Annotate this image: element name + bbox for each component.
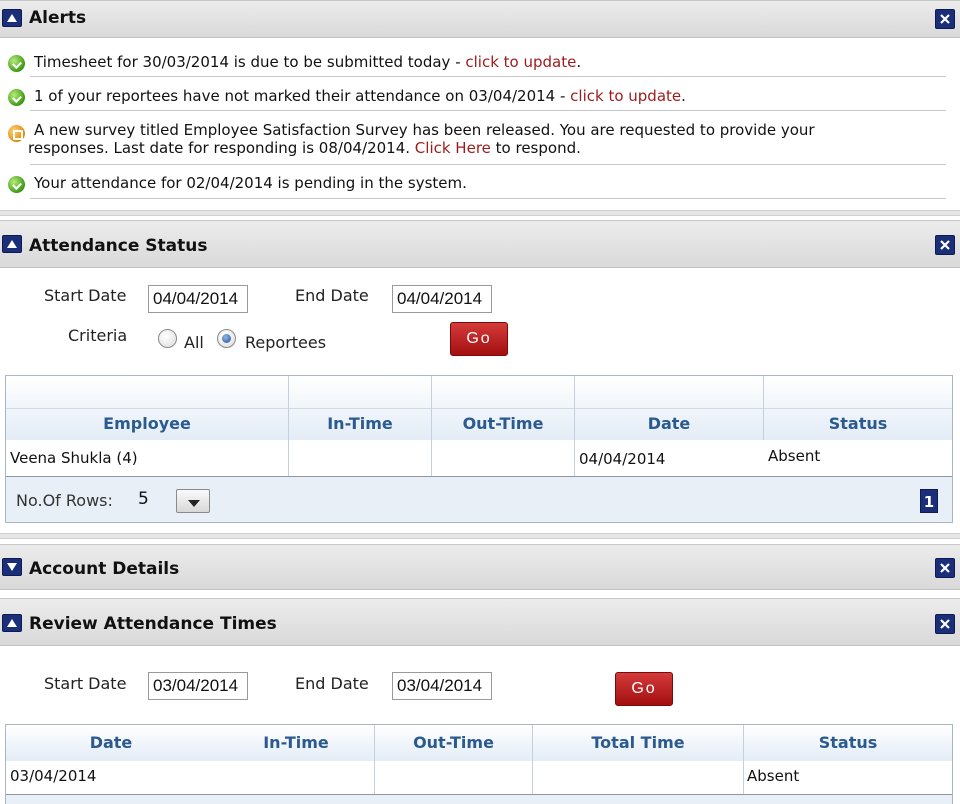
green-check-icon — [8, 176, 25, 193]
review-end-date-label: End Date — [295, 674, 369, 693]
alert-item: Timesheet for 30/03/2014 is due to be su… — [6, 53, 946, 73]
criteria-reportees-radio[interactable] — [217, 329, 236, 348]
alerts-title: Alerts — [29, 8, 87, 28]
update-timesheet-link[interactable]: click to update — [465, 53, 576, 71]
alerts-header: Alerts — [0, 0, 960, 38]
cell-date: 04/04/2014 — [579, 450, 666, 468]
review-grid: Date In-Time Out-Time Total Time Status … — [5, 724, 953, 804]
review-attendance-title: Review Attendance Times — [29, 614, 277, 634]
panel-divider — [0, 533, 960, 539]
start-date-label: Start Date — [44, 286, 127, 305]
orange-lock-icon — [8, 125, 25, 142]
col-status[interactable]: Status — [744, 731, 952, 755]
rows-dropdown-chevron-down-icon[interactable] — [176, 489, 210, 513]
end-date-label: End Date — [295, 286, 369, 305]
criteria-all-radio[interactable] — [158, 329, 177, 348]
rows-per-page-value: 5 — [138, 489, 149, 509]
account-details-header[interactable]: Account Details — [0, 544, 960, 590]
attendance-go-button[interactable]: Go — [450, 322, 508, 356]
close-x-icon[interactable] — [935, 614, 955, 634]
survey-click-here-link[interactable]: Click Here — [415, 139, 491, 157]
alert-item: Your attendance for 02/04/2014 is pendin… — [6, 174, 946, 194]
col-status[interactable]: Status — [764, 412, 952, 436]
alert-divider — [30, 198, 946, 199]
col-employee[interactable]: Employee — [6, 412, 288, 436]
col-out-time[interactable]: Out-Time — [432, 412, 574, 436]
close-x-icon[interactable] — [935, 558, 955, 578]
green-check-icon — [8, 89, 25, 106]
page-1-button[interactable]: 1 — [920, 489, 938, 513]
col-total-time[interactable]: Total Time — [533, 731, 743, 755]
review-go-button[interactable]: Go — [615, 672, 673, 706]
review-start-date-label: Start Date — [44, 674, 127, 693]
collapse-triangle-icon[interactable] — [2, 614, 22, 632]
criteria-reportees-label: Reportees — [245, 333, 327, 352]
collapse-triangle-icon[interactable] — [2, 9, 22, 27]
criteria-label: Criteria — [68, 326, 128, 345]
start-date-input[interactable]: 04/04/2014 — [148, 285, 248, 313]
alert-item: 1 of your reportees have not marked thei… — [6, 87, 946, 107]
col-in-time[interactable]: In-Time — [216, 731, 376, 755]
panel-divider — [0, 210, 960, 216]
close-x-icon[interactable] — [935, 9, 955, 29]
account-details-title: Account Details — [29, 559, 180, 579]
cell-employee: Veena Shukla (4) — [10, 449, 138, 467]
attendance-status-title: Attendance Status — [29, 236, 208, 256]
col-out-time[interactable]: Out-Time — [375, 731, 532, 755]
alert-item: A new survey titled Employee Satisfactio… — [6, 121, 946, 159]
grid-pager — [6, 794, 952, 804]
review-start-date-input[interactable]: 03/04/2014 — [148, 672, 248, 700]
close-x-icon[interactable] — [935, 235, 955, 255]
expand-triangle-icon[interactable] — [2, 558, 22, 576]
alert-divider — [30, 164, 946, 165]
col-date[interactable]: Date — [6, 731, 216, 755]
review-attendance-header: Review Attendance Times — [0, 598, 960, 646]
cell-status: Absent — [747, 767, 800, 785]
col-in-time[interactable]: In-Time — [289, 412, 431, 436]
collapse-triangle-icon[interactable] — [2, 235, 22, 253]
update-attendance-link[interactable]: click to update — [570, 87, 681, 105]
cell-status: Absent — [768, 447, 821, 465]
green-check-icon — [8, 55, 25, 72]
col-date[interactable]: Date — [575, 412, 763, 436]
grid-pager: No.Of Rows: 5 1 — [6, 476, 952, 522]
end-date-input[interactable]: 04/04/2014 — [392, 285, 492, 313]
attendance-status-header: Attendance Status — [0, 220, 960, 268]
alert-divider — [30, 110, 946, 111]
attendance-grid: Employee In-Time Out-Time Date Status Ve… — [5, 375, 953, 523]
cell-date: 03/04/2014 — [10, 767, 97, 785]
rows-per-page-label: No.Of Rows: — [16, 491, 113, 510]
alert-divider — [30, 76, 946, 77]
criteria-all-label: All — [184, 333, 204, 352]
review-end-date-input[interactable]: 03/04/2014 — [392, 672, 492, 700]
